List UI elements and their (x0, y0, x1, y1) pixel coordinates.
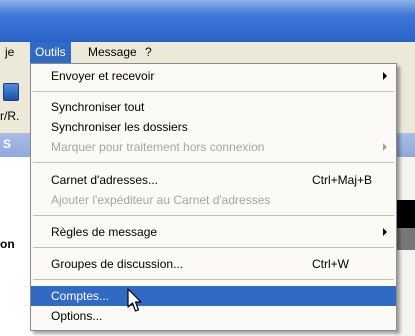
window-title-bar (0, 0, 415, 42)
menu-item-label: Envoyer et recevoir (51, 69, 155, 83)
folder-header-letter: S (3, 137, 12, 151)
outils-dropdown-menu: Envoyer et recevoir Synchroniser tout Sy… (30, 63, 397, 331)
message-list-header (395, 200, 415, 228)
menu-bar: je Outils Message ? (0, 42, 415, 64)
menu-separator (33, 215, 394, 216)
menu-item-marquer-hors-connexion: Marquer pour traitement hors connexion (31, 137, 396, 157)
menu-item-regles-message[interactable]: Règles de message (31, 222, 396, 242)
menu-item-envoyer-recevoir[interactable]: Envoyer et recevoir (31, 66, 396, 86)
mouse-cursor-icon (127, 288, 142, 312)
menu-item-groupes-discussion[interactable]: Groupes de discussion... Ctrl+W (31, 254, 396, 274)
menu-help[interactable]: ? (140, 42, 157, 63)
menu-item-synchroniser-tout[interactable]: Synchroniser tout (31, 97, 396, 117)
menu-item-label: Synchroniser tout (51, 100, 145, 114)
menu-item-ajouter-expediteur: Ajouter l'expéditeur au Carnet d'adresse… (31, 190, 396, 210)
menu-message[interactable]: Message (83, 42, 142, 63)
menu-item-label: Carnet d'adresses... (51, 173, 159, 187)
menu-item-label: Règles de message (51, 225, 158, 239)
menu-item-comptes[interactable]: Comptes... (31, 286, 396, 306)
menu-item-options[interactable]: Options... (31, 306, 396, 326)
menu-item-label: Synchroniser les dossiers (51, 120, 188, 134)
menu-separator (33, 279, 394, 280)
menu-item-label: Marquer pour traitement hors connexion (51, 140, 265, 154)
menu-item-shortcut: Ctrl+Maj+B (312, 173, 373, 187)
menu-item-label: Groupes de discussion... (51, 257, 184, 271)
menu-item-synchroniser-dossiers[interactable]: Synchroniser les dossiers (31, 117, 396, 137)
left-pane-bold-text: on (0, 237, 15, 251)
menu-edition-partial[interactable]: je (0, 42, 19, 63)
submenu-arrow-icon (383, 143, 387, 151)
menu-outils[interactable]: Outils (30, 42, 71, 63)
menu-item-shortcut: Ctrl+W (312, 257, 349, 271)
menu-separator (33, 162, 394, 163)
menu-item-label: Options... (51, 309, 103, 323)
menu-item-label: Comptes... (51, 289, 110, 303)
submenu-arrow-icon (383, 228, 387, 236)
menu-item-label: Ajouter l'expéditeur au Carnet d'adresse… (51, 193, 271, 207)
menu-separator (33, 91, 394, 92)
send-receive-label[interactable]: r/R. (0, 109, 19, 123)
send-receive-icon[interactable] (3, 83, 19, 101)
submenu-arrow-icon (383, 72, 387, 80)
menu-separator (33, 247, 394, 248)
menu-item-carnet-adresses[interactable]: Carnet d'adresses... Ctrl+Maj+B (31, 170, 396, 190)
message-list-row-selected[interactable] (395, 228, 415, 250)
